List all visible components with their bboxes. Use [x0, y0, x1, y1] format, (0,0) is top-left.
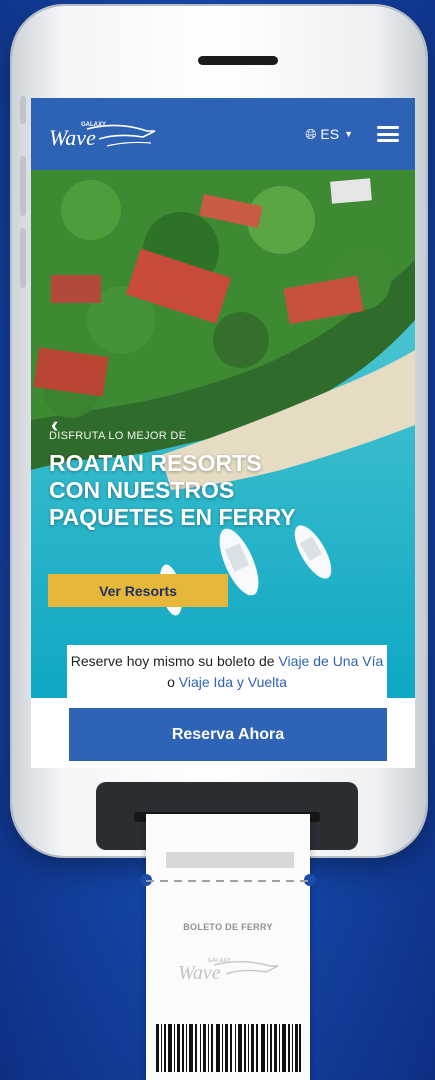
galaxy-wave-logo[interactable]: GALAXY Wave	[47, 114, 157, 154]
language-label: ES	[320, 126, 340, 142]
hero-title: ROATAN RESORTS CON NUESTROS PAQUETES EN …	[49, 450, 296, 530]
round-trip-link[interactable]: Viaje Ida y Vuelta	[179, 674, 287, 690]
ticket-title: BOLETO DE FERRY	[183, 922, 273, 932]
hero-banner: ‹ DISFRUTA LO MEJOR DE ROATAN RESORTS CO…	[31, 170, 415, 698]
phone-speaker	[198, 56, 278, 65]
phone-mute-switch	[20, 96, 26, 124]
caret-down-icon: ▼	[344, 129, 353, 139]
phone-volume-down	[20, 228, 26, 288]
phone-volume-up	[20, 156, 26, 216]
ferry-ticket: BOLETO DE FERRY GALAXY Wave	[140, 814, 316, 1080]
phone-screen: GALAXY Wave 🌐︎ ES ▼ ‹ DISFRUTA LO MEJOR …	[31, 98, 415, 768]
hamburger-menu-icon[interactable]	[377, 126, 399, 142]
ticket-logo: GALAXY Wave	[176, 952, 280, 991]
language-selector[interactable]: 🌐︎ ES ▼	[305, 126, 365, 143]
ver-resorts-button[interactable]: Ver Resorts	[48, 574, 228, 607]
hero-kicker: DISFRUTA LO MEJOR DE	[49, 430, 187, 442]
reserva-ahora-button[interactable]: Reserva Ahora	[69, 708, 387, 761]
ticket-stub-bar	[166, 852, 294, 868]
one-way-link[interactable]: Viaje de Una Vía	[278, 653, 383, 669]
reserve-or-text: o	[167, 674, 179, 690]
globe-icon: 🌐︎	[305, 125, 317, 142]
reserve-text: Reserve hoy mismo su boleto de	[70, 653, 279, 669]
ticket-perforation	[146, 880, 310, 882]
top-navbar: GALAXY Wave 🌐︎ ES ▼	[31, 98, 415, 170]
reserve-info-card: Reserve hoy mismo su boleto de Viaje de …	[67, 645, 387, 705]
barcode-image	[156, 1024, 301, 1072]
